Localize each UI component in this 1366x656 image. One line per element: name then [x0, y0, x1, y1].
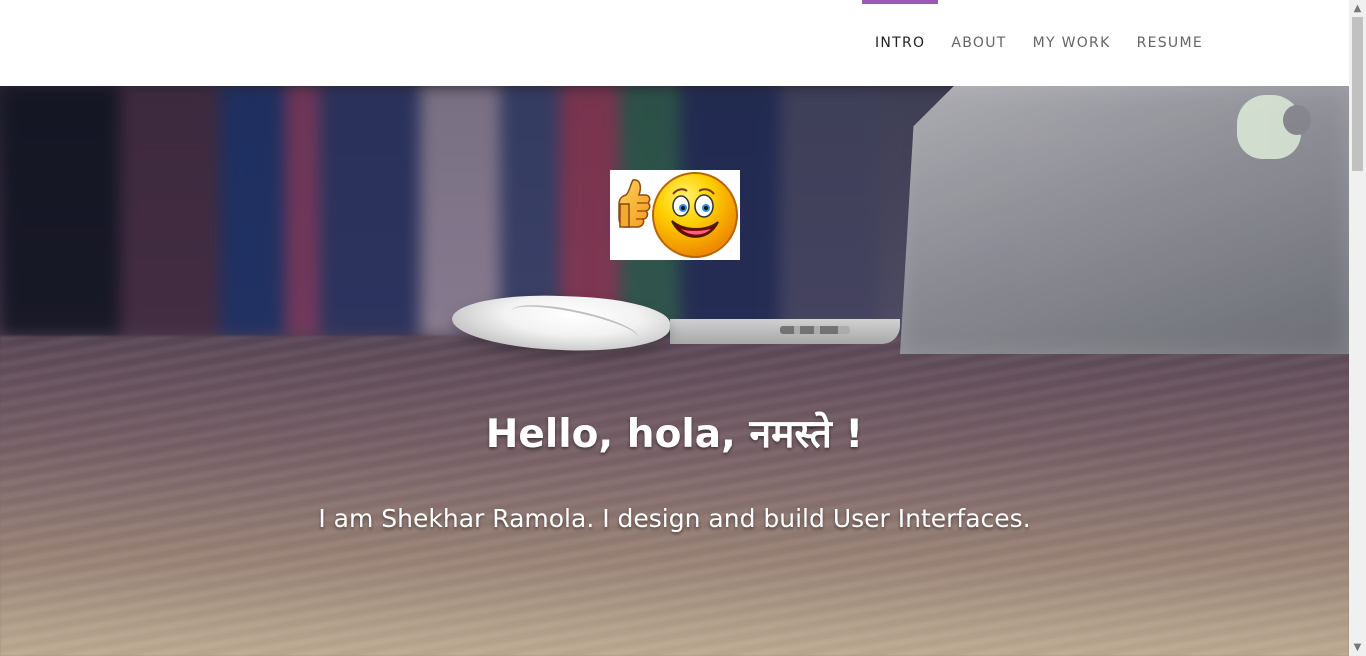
main-navigation: INTRO ABOUT MY WORK RESUME: [861, 0, 1216, 86]
thumbs-up-smiley-image: [610, 170, 740, 260]
nav-my-work-link[interactable]: MY WORK: [1020, 0, 1124, 86]
hero-content: Hello, hola, नमस्ते ! I am Shekhar Ramol…: [0, 86, 1349, 656]
scroll-up-arrow-icon[interactable]: ▲: [1349, 0, 1366, 17]
intro-hero-section: Hello, hola, नमस्ते ! I am Shekhar Ramol…: [0, 86, 1349, 656]
thumbs-up-icon: [618, 179, 651, 228]
nav-about-link[interactable]: ABOUT: [938, 0, 1019, 86]
nav-resume-link[interactable]: RESUME: [1124, 0, 1216, 86]
hero-title: Hello, hola, नमस्ते !: [485, 412, 864, 458]
smiley-face-icon: [652, 172, 738, 258]
nav-intro-link[interactable]: INTRO: [861, 0, 939, 86]
scroll-down-arrow-icon[interactable]: ▼: [1349, 639, 1366, 656]
hero-subtitle: I am Shekhar Ramola. I design and build …: [318, 504, 1031, 533]
top-navigation-bar: INTRO ABOUT MY WORK RESUME: [0, 0, 1349, 86]
portfolio-page: INTRO ABOUT MY WORK RESUME Hello, hola, …: [0, 0, 1366, 656]
scrollbar-thumb[interactable]: [1352, 17, 1363, 171]
vertical-scrollbar[interactable]: ▲ ▼: [1349, 0, 1366, 656]
